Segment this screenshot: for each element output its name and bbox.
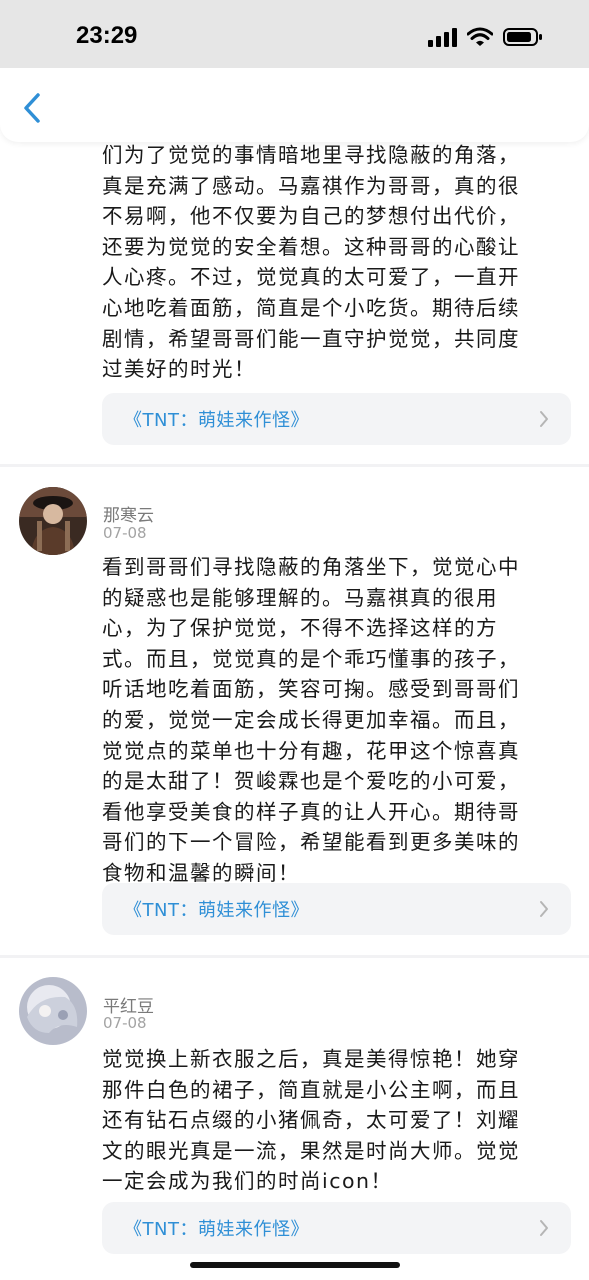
show-link-button[interactable]: 《TNT：萌娃来作怪》	[102, 1202, 571, 1254]
status-bar: 23:29	[0, 0, 589, 68]
chevron-right-icon	[540, 901, 548, 917]
comment-card: 那寒云 07-08 看到哥哥们寻找隐蔽的角落坐下，觉觉心中 的疑惑也是能够理解的…	[0, 467, 589, 955]
comment-feed[interactable]: 们为了觉觉的事情暗地里寻找隐蔽的角落， 真是充满了感动。马嘉祺作为哥哥，真的很 …	[0, 0, 589, 1280]
navigation-bar	[0, 68, 589, 142]
user-avatar-icon	[19, 977, 87, 1045]
chevron-right-icon	[540, 1220, 548, 1236]
comment-text: 觉觉换上新衣服之后，真是美得惊艳！她穿 那件白色的裙子，简直就是小公主啊，而且 …	[102, 1047, 520, 1194]
signal-icon	[428, 27, 457, 47]
comment-card: 平红豆 07-08 觉觉换上新衣服之后，真是美得惊艳！她穿 那件白色的裙子，简直…	[0, 958, 589, 1280]
comment-card: 们为了觉觉的事情暗地里寻找隐蔽的角落， 真是充满了感动。马嘉祺作为哥哥，真的很 …	[0, 110, 589, 464]
show-link-button[interactable]: 《TNT：萌娃来作怪》	[102, 883, 571, 935]
status-icons	[428, 27, 543, 47]
user-avatar[interactable]	[19, 487, 87, 555]
show-link-label: 《TNT：萌娃来作怪》	[124, 1219, 309, 1240]
home-indicator[interactable]	[190, 1262, 400, 1268]
user-avatar[interactable]	[19, 977, 87, 1045]
show-link-label: 《TNT：萌娃来作怪》	[124, 900, 309, 921]
comment-date: 07-08	[103, 1014, 147, 1032]
show-link-button[interactable]: 《TNT：萌娃来作怪》	[102, 393, 571, 445]
username[interactable]: 那寒云	[103, 501, 154, 526]
status-time: 23:29	[76, 22, 138, 49]
battery-icon	[503, 28, 542, 46]
comment-text: 看到哥哥们寻找隐蔽的角落坐下，觉觉心中 的疑惑也是能够理解的。马嘉祺真的很用 心…	[102, 555, 520, 885]
chevron-right-icon	[540, 411, 548, 427]
back-arrow-icon[interactable]	[18, 90, 48, 126]
comment-date: 07-08	[103, 524, 147, 542]
show-link-label: 《TNT：萌娃来作怪》	[124, 410, 309, 431]
wifi-icon	[467, 27, 493, 46]
user-avatar-icon	[19, 487, 87, 555]
comment-text: 们为了觉觉的事情暗地里寻找隐蔽的角落， 真是充满了感动。马嘉祺作为哥哥，真的很 …	[102, 143, 520, 382]
